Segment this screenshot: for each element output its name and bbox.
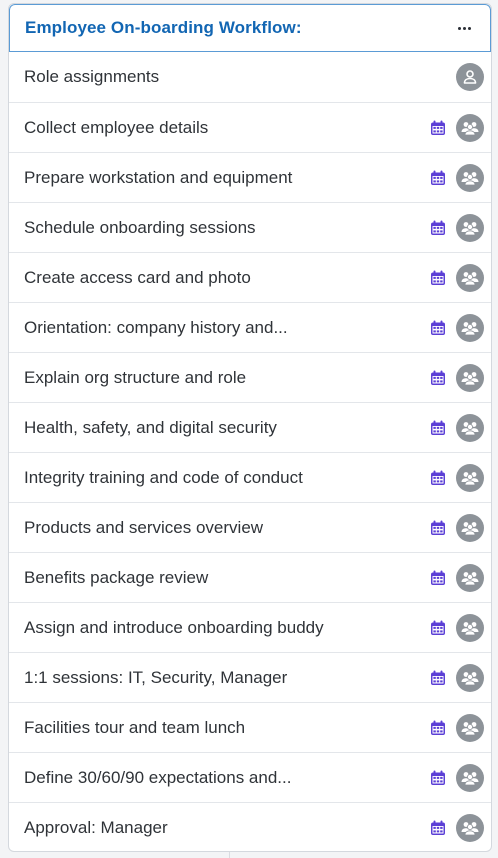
- task-label: Products and services overview: [24, 517, 264, 537]
- task-label: 1:1 sessions: IT, Security, Manager: [24, 667, 288, 687]
- task-row[interactable]: 1:1 sessions: IT, Security, Manager: [9, 652, 491, 702]
- person-icon[interactable]: [456, 63, 484, 91]
- calendar-icon[interactable]: [429, 819, 447, 837]
- people-icon[interactable]: [456, 163, 484, 192]
- people-icon[interactable]: [456, 263, 484, 292]
- workflow-card: Employee On-boarding Workflow: Role assi…: [8, 3, 492, 852]
- calendar-icon[interactable]: [429, 469, 447, 487]
- task-row[interactable]: Facilities tour and team lunch: [9, 702, 491, 752]
- calendar-icon[interactable]: [429, 419, 447, 437]
- task-row[interactable]: Benefits package review: [9, 552, 491, 602]
- calendar-icon[interactable]: [429, 169, 447, 187]
- people-icon[interactable]: [456, 763, 484, 792]
- more-horizontal-icon[interactable]: [452, 16, 476, 40]
- people-icon[interactable]: [456, 713, 484, 742]
- calendar-icon[interactable]: [429, 719, 447, 737]
- task-row[interactable]: Products and services overview: [9, 502, 491, 552]
- calendar-icon[interactable]: [429, 119, 447, 137]
- task-row[interactable]: Orientation: company history and...: [9, 302, 491, 352]
- people-icon[interactable]: [456, 113, 484, 142]
- calendar-icon[interactable]: [429, 769, 447, 787]
- calendar-icon[interactable]: [429, 369, 447, 387]
- calendar-icon[interactable]: [429, 519, 447, 537]
- task-label: Role assignments: [24, 67, 160, 86]
- task-label: Benefits package review: [24, 567, 209, 587]
- workflow-header: Employee On-boarding Workflow:: [9, 4, 491, 52]
- task-list: Role assignments Collect employee detail…: [9, 52, 491, 851]
- people-icon[interactable]: [456, 563, 484, 592]
- task-label: Approval: Manager: [24, 817, 168, 837]
- task-row[interactable]: Approval: Manager: [9, 802, 491, 851]
- task-label: Orientation: company history and...: [24, 317, 288, 337]
- people-icon[interactable]: [456, 513, 484, 542]
- task-row[interactable]: Schedule onboarding sessions: [9, 202, 491, 252]
- calendar-icon[interactable]: [429, 219, 447, 237]
- calendar-icon[interactable]: [429, 569, 447, 587]
- task-label: Assign and introduce onboarding buddy: [24, 617, 324, 637]
- calendar-icon[interactable]: [429, 269, 447, 287]
- people-icon[interactable]: [456, 663, 484, 692]
- people-icon[interactable]: [456, 613, 484, 642]
- task-label: Health, safety, and digital security: [24, 417, 277, 437]
- task-label: Prepare workstation and equipment: [24, 167, 293, 187]
- task-label: Define 30/60/90 expectations and...: [24, 767, 292, 787]
- people-icon[interactable]: [456, 413, 484, 442]
- calendar-icon[interactable]: [429, 319, 447, 337]
- task-row[interactable]: Health, safety, and digital security: [9, 402, 491, 452]
- people-icon[interactable]: [456, 363, 484, 392]
- people-icon[interactable]: [456, 813, 484, 842]
- task-row[interactable]: Collect employee details: [9, 102, 491, 152]
- calendar-icon[interactable]: [429, 669, 447, 687]
- people-icon[interactable]: [456, 313, 484, 342]
- task-label: Integrity training and code of conduct: [24, 467, 303, 487]
- task-label: Create access card and photo: [24, 267, 251, 287]
- task-label: Facilities tour and team lunch: [24, 717, 246, 737]
- task-row[interactable]: Define 30/60/90 expectations and...: [9, 752, 491, 802]
- task-row[interactable]: Explain org structure and role: [9, 352, 491, 402]
- task-row[interactable]: Create access card and photo: [9, 252, 491, 302]
- calendar-icon[interactable]: [429, 619, 447, 637]
- task-label: Collect employee details: [24, 117, 209, 137]
- people-icon[interactable]: [456, 463, 484, 492]
- task-row[interactable]: Prepare workstation and equipment: [9, 152, 491, 202]
- people-icon[interactable]: [456, 213, 484, 242]
- task-row[interactable]: Role assignments: [9, 52, 491, 102]
- task-label: Explain org structure and role: [24, 367, 247, 387]
- task-row[interactable]: Integrity training and code of conduct: [9, 452, 491, 502]
- workflow-title: Employee On-boarding Workflow:: [25, 18, 302, 37]
- task-row[interactable]: Assign and introduce onboarding buddy: [9, 602, 491, 652]
- task-label: Schedule onboarding sessions: [24, 217, 256, 237]
